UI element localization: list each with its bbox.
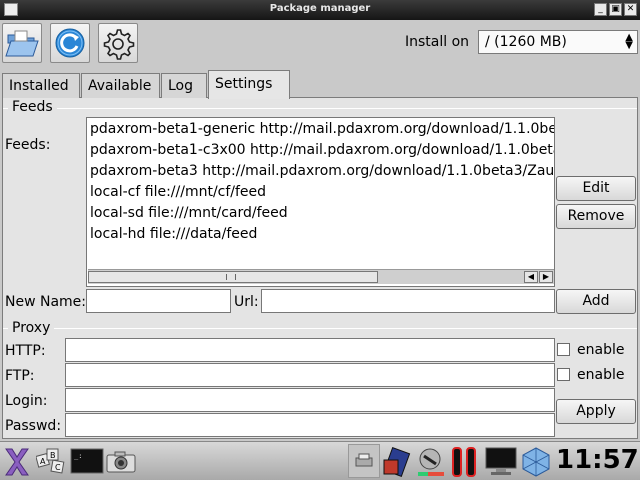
cpu-meter-icon [452, 447, 462, 477]
minimize-button[interactable]: _ [594, 3, 607, 16]
battery-status-icon[interactable] [416, 446, 446, 478]
terminal-icon[interactable]: _: [70, 448, 104, 476]
http-label: HTTP: [5, 343, 46, 359]
scroll-right-icon[interactable]: ▶ [539, 271, 553, 283]
memory-meter-icon [466, 447, 476, 477]
gear-icon [103, 29, 135, 60]
maximize-button[interactable]: ▣ [609, 3, 622, 16]
passwd-field[interactable] [65, 413, 555, 437]
ftp-enable-checkbox[interactable] [557, 368, 570, 381]
tab-log[interactable]: Log [161, 73, 207, 98]
new-name-label: New Name: [5, 294, 87, 310]
x-logo-icon[interactable] [4, 447, 30, 477]
tab-installed[interactable]: Installed [2, 73, 80, 98]
url-label: Url: [234, 294, 259, 310]
http-proxy-field[interactable] [65, 338, 555, 362]
tray-app-button[interactable] [348, 444, 380, 478]
svg-text:B: B [50, 451, 56, 460]
remove-button[interactable]: Remove [556, 204, 636, 229]
refresh-button[interactable] [50, 23, 90, 63]
apply-button[interactable]: Apply [556, 399, 636, 424]
ftp-enable-label: enable [577, 367, 625, 383]
svg-text:_:: _: [74, 452, 82, 460]
login-label: Login: [5, 393, 48, 409]
url-field[interactable] [261, 289, 555, 313]
svg-text:A: A [40, 457, 46, 466]
install-on-value: / (1260 MB) [485, 34, 567, 50]
feeds-group-label: Feeds [8, 99, 57, 115]
http-enable-checkbox[interactable] [557, 343, 570, 356]
display-icon[interactable] [484, 446, 518, 478]
ftp-label: FTP: [5, 368, 35, 384]
feeds-hscrollbar[interactable]: ◀ ▶ [88, 269, 554, 284]
taskbar: A B C _: 11:57 [0, 441, 640, 480]
sd-card-icon[interactable] [382, 446, 412, 478]
window-title: Package manager [269, 3, 371, 14]
combo-arrows-icon: ▲ ▼ [625, 32, 633, 51]
login-field[interactable] [65, 388, 555, 412]
list-item[interactable]: local-hd file:///data/feed [90, 226, 257, 242]
http-enable-label: enable [577, 342, 625, 358]
close-button[interactable]: ✕ [624, 3, 637, 16]
tab-available[interactable]: Available [81, 73, 160, 98]
feeds-list[interactable]: pdaxrom-beta1-generic http://mail.pdaxro… [86, 117, 555, 287]
list-item[interactable]: pdaxrom-beta1-generic http://mail.pdaxro… [90, 121, 554, 137]
list-item[interactable]: pdaxrom-beta3 http://mail.pdaxrom.org/do… [90, 163, 554, 179]
scrollbar-thumb[interactable] [88, 271, 378, 283]
install-on-label: Install on [405, 34, 470, 50]
list-item[interactable]: pdaxrom-beta1-c3x00 http://mail.pdaxrom.… [90, 142, 554, 158]
feeds-list-label: Feeds: [5, 137, 51, 153]
printer-icon [355, 453, 373, 467]
refresh-icon [55, 28, 85, 58]
install-on-select[interactable]: / (1260 MB) ▲ ▼ [478, 30, 638, 54]
grip-icon [226, 274, 236, 280]
folder-open-icon [5, 30, 39, 57]
add-button[interactable]: Add [556, 289, 636, 314]
network-cube-icon[interactable] [520, 446, 552, 478]
feeds-group-divider [3, 108, 637, 109]
open-button[interactable] [2, 23, 42, 63]
keyboard-abc-icon[interactable]: A B C [36, 447, 68, 477]
settings-button[interactable] [98, 23, 138, 63]
scroll-left-icon[interactable]: ◀ [524, 271, 538, 283]
svg-text:C: C [55, 463, 61, 472]
proxy-group-label: Proxy [8, 320, 55, 336]
proxy-group-divider [3, 328, 637, 329]
tab-settings[interactable]: Settings [208, 70, 290, 99]
list-item[interactable]: local-cf file:///mnt/cf/feed [90, 184, 266, 200]
new-name-field[interactable] [86, 289, 231, 313]
passwd-label: Passwd: [5, 418, 62, 434]
edit-button[interactable]: Edit [556, 176, 636, 201]
title-bar: Package manager _ ▣ ✕ [0, 0, 640, 20]
ftp-proxy-field[interactable] [65, 363, 555, 387]
clock[interactable]: 11:57 [556, 445, 639, 475]
camera-icon[interactable] [106, 450, 136, 474]
list-item[interactable]: local-sd file:///mnt/card/feed [90, 205, 288, 221]
